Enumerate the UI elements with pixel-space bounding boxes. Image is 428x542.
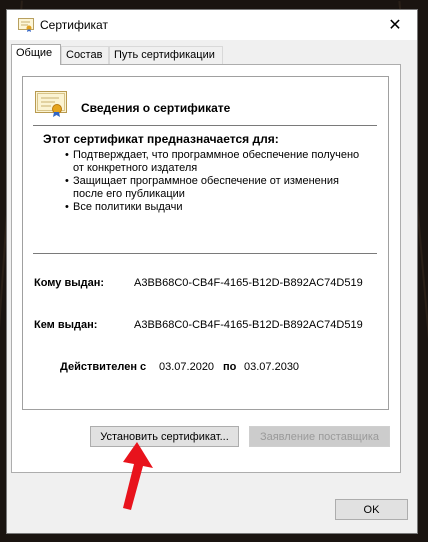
purpose-list: Подтверждает, что программное обеспечени…	[65, 149, 365, 214]
valid-from-label: Действителен с	[60, 361, 147, 373]
tab-details[interactable]: Состав	[61, 46, 109, 64]
issued-by-value: A3BB68C0-CB4F-4165-B12D-B892AC74D519	[134, 319, 363, 331]
issued-by-label: Кем выдан:	[34, 319, 98, 331]
certificate-dialog: Сертификат ✕ Общие Состав Путь сертифика…	[6, 9, 418, 534]
purpose-title: Этот сертификат предназначается для:	[43, 132, 279, 146]
tab-general[interactable]: Общие	[11, 44, 61, 65]
window-title: Сертификат	[40, 18, 108, 32]
red-arrow-icon	[123, 442, 153, 510]
list-item: Все политики выдачи	[65, 201, 365, 214]
title-bar: Сертификат ✕	[7, 10, 417, 40]
valid-to-label: по	[223, 361, 237, 373]
valid-from-date: 03.07.2020	[159, 361, 215, 373]
issued-to-value: A3BB68C0-CB4F-4165-B12D-B892AC74D519	[134, 277, 363, 289]
certificate-icon	[18, 18, 34, 32]
divider	[33, 125, 377, 126]
certificate-icon	[35, 91, 67, 117]
issuer-statement-button[interactable]: Заявление поставщика	[249, 426, 390, 447]
certificate-info-box: Сведения о сертификате Этот сертификат п…	[22, 76, 389, 410]
ok-button[interactable]: OK	[335, 499, 408, 520]
issued-to-label: Кому выдан:	[34, 277, 105, 289]
divider	[33, 253, 377, 254]
certificate-heading: Сведения о сертификате	[81, 101, 231, 115]
install-certificate-button[interactable]: Установить сертификат...	[90, 426, 239, 447]
close-button[interactable]: ✕	[373, 10, 417, 40]
close-icon: ✕	[388, 17, 402, 34]
list-item: Подтверждает, что программное обеспечени…	[65, 149, 365, 175]
list-item: Защищает программное обеспечение от изме…	[65, 175, 365, 201]
tab-certification-path[interactable]: Путь сертификации	[109, 46, 223, 64]
valid-to-date: 03.07.2030	[244, 361, 300, 373]
